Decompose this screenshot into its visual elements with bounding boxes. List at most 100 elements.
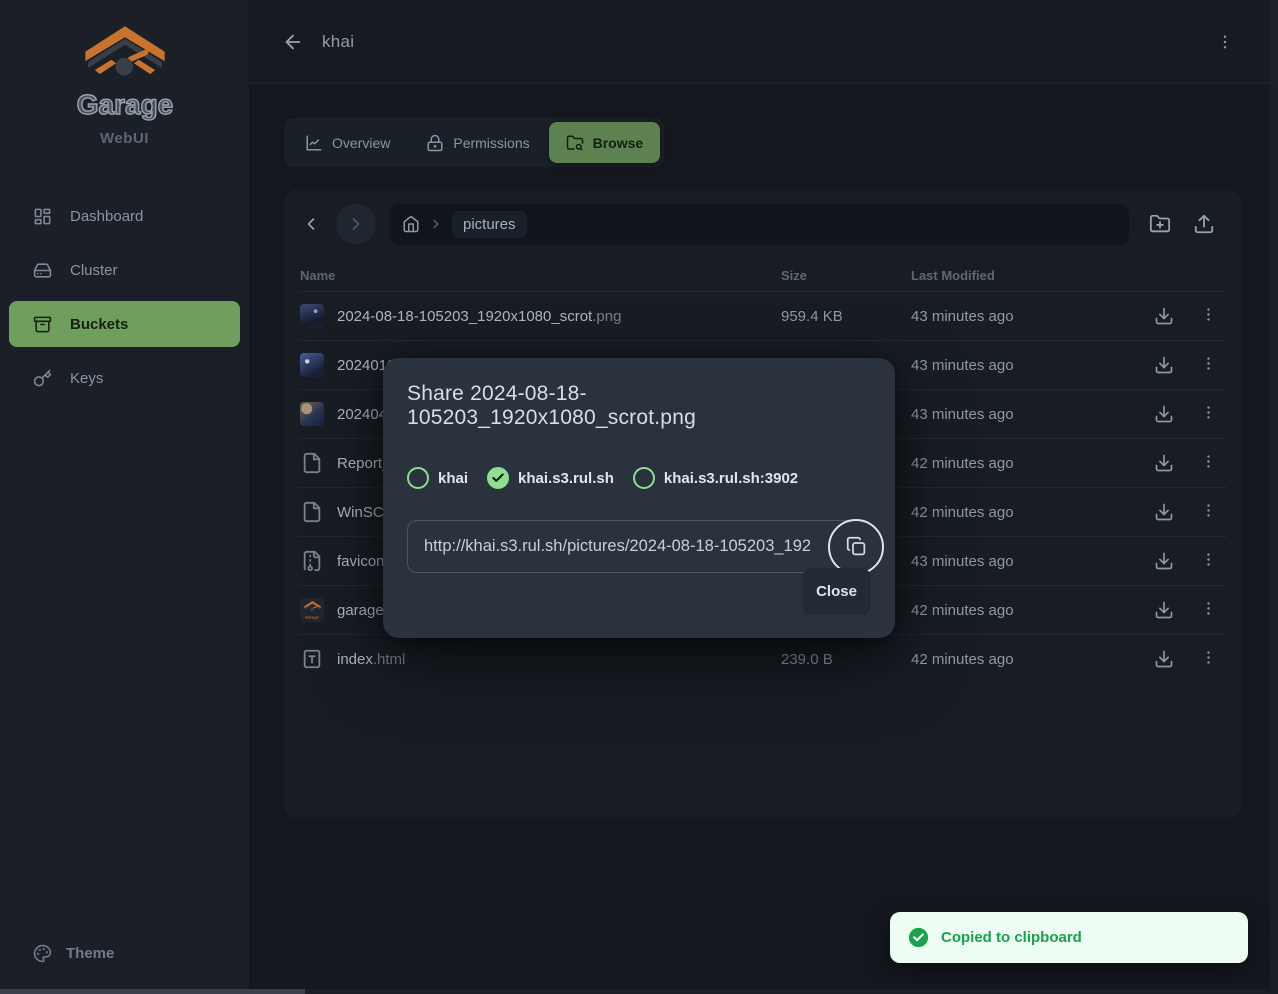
- share-host-option[interactable]: khai: [407, 467, 468, 489]
- file-size: 239.0 B: [781, 651, 911, 668]
- tab-label: Permissions: [453, 135, 529, 151]
- toast-copied: Copied to clipboard: [890, 912, 1248, 963]
- home-icon[interactable]: [402, 215, 420, 233]
- row-menu-icon[interactable]: [1200, 355, 1217, 375]
- table-row[interactable]: index.html 239.0 B 42 minutes ago: [298, 634, 1227, 683]
- download-icon[interactable]: [1154, 502, 1174, 522]
- download-icon[interactable]: [1154, 404, 1174, 424]
- tab-label: Browse: [593, 135, 644, 151]
- row-menu-icon[interactable]: [1200, 649, 1217, 669]
- download-icon[interactable]: [1154, 355, 1174, 375]
- sidebar-item-label: Cluster: [70, 262, 118, 279]
- radio-unchecked-icon[interactable]: [633, 467, 655, 489]
- file-ext: .html: [373, 651, 406, 668]
- sidebar: Garage WebUI Dashboard Cluster: [0, 0, 250, 994]
- garage-roof-icon: [84, 26, 166, 84]
- scrollbar-thumb[interactable]: [0, 989, 305, 994]
- image-thumbnail: [300, 353, 324, 377]
- radio-label: khai.s3.rul.sh:3902: [664, 470, 798, 487]
- file-modified: 43 minutes ago: [911, 308, 1131, 325]
- close-button[interactable]: Close: [802, 568, 871, 615]
- table-row[interactable]: 2024-08-18-105203_1920x1080_scrot.png 95…: [298, 291, 1227, 340]
- download-icon[interactable]: [1154, 600, 1174, 620]
- row-menu-icon[interactable]: [1200, 306, 1217, 326]
- radio-label: khai: [438, 470, 468, 487]
- share-modal: Share 2024-08-18-105203_1920x1080_scrot.…: [383, 358, 895, 638]
- cluster-icon: [33, 261, 52, 280]
- share-url-input[interactable]: [407, 520, 871, 573]
- copy-url-button[interactable]: [828, 519, 884, 575]
- sidebar-item-dashboard[interactable]: Dashboard: [9, 193, 240, 239]
- radio-unchecked-icon[interactable]: [407, 467, 429, 489]
- sidebar-item-buckets[interactable]: Buckets: [9, 301, 240, 347]
- lock-icon: [426, 134, 444, 152]
- file-modified: 43 minutes ago: [911, 553, 1131, 570]
- file-archive-icon: [300, 549, 324, 573]
- tab-browse[interactable]: Browse: [549, 122, 661, 163]
- key-icon: [33, 369, 52, 388]
- row-menu-icon[interactable]: [1200, 600, 1217, 620]
- tab-overview[interactable]: Overview: [288, 122, 407, 163]
- row-menu-icon[interactable]: [1200, 404, 1217, 424]
- palette-icon: [33, 944, 52, 963]
- chevron-right-icon: [429, 217, 443, 231]
- breadcrumb-folder[interactable]: pictures: [452, 211, 527, 238]
- file-modified: 42 minutes ago: [911, 455, 1131, 472]
- file-type-icon: [300, 647, 324, 671]
- garage-logo-thumbnail: Garage: [300, 598, 324, 622]
- breadcrumb: pictures: [390, 204, 1129, 245]
- radio-checked-icon[interactable]: [487, 467, 509, 489]
- chart-icon: [305, 134, 323, 152]
- radio-label: khai.s3.rul.sh: [518, 470, 614, 487]
- table-header: Name Size Last Modified: [298, 259, 1227, 291]
- file-icon: [300, 500, 324, 524]
- sidebar-menu: Dashboard Cluster Buckets Keys: [0, 193, 249, 401]
- download-icon[interactable]: [1154, 453, 1174, 473]
- upload-icon[interactable]: [1193, 213, 1215, 235]
- sidebar-item-label: Keys: [70, 370, 103, 387]
- logo-title: Garage: [0, 86, 249, 124]
- folder-search-icon: [566, 134, 584, 152]
- dashboard-icon: [33, 207, 52, 226]
- buckets-icon: [33, 315, 52, 334]
- row-menu-icon[interactable]: [1200, 453, 1217, 473]
- file-modified: 43 minutes ago: [911, 357, 1131, 374]
- garage-logo: Garage WebUI: [0, 0, 249, 157]
- file-name: index: [337, 651, 373, 668]
- tab-permissions[interactable]: Permissions: [409, 122, 546, 163]
- file-ext: .png: [592, 308, 621, 325]
- sidebar-item-keys[interactable]: Keys: [9, 355, 240, 401]
- image-thumbnail: [300, 304, 324, 328]
- share-host-option[interactable]: khai.s3.rul.sh:3902: [633, 467, 798, 489]
- copy-icon: [846, 536, 867, 557]
- file-name: 2024-08-18-105203_1920x1080_scrot: [337, 308, 592, 325]
- sidebar-item-cluster[interactable]: Cluster: [9, 247, 240, 293]
- file-modified: 42 minutes ago: [911, 602, 1131, 619]
- check-circle-icon: [908, 927, 929, 948]
- theme-label: Theme: [66, 945, 114, 962]
- share-host-options: khai khai.s3.rul.sh khai.s3.rul.sh:3902: [407, 467, 871, 489]
- file-size: 959.4 KB: [781, 308, 911, 325]
- nav-forward-icon[interactable]: [336, 204, 376, 244]
- sidebar-item-label: Buckets: [70, 316, 128, 333]
- horizontal-scrollbar[interactable]: [0, 989, 1278, 994]
- row-menu-icon[interactable]: [1200, 551, 1217, 571]
- theme-button[interactable]: Theme: [9, 930, 240, 976]
- download-icon[interactable]: [1154, 306, 1174, 326]
- header-menu-icon[interactable]: [1212, 29, 1238, 55]
- download-icon[interactable]: [1154, 551, 1174, 571]
- browse-toolbar: pictures: [298, 203, 1227, 245]
- download-icon[interactable]: [1154, 649, 1174, 669]
- bucket-tabs: Overview Permissions Browse: [284, 118, 664, 167]
- column-name: Name: [298, 268, 781, 283]
- share-host-option[interactable]: khai.s3.rul.sh: [487, 467, 614, 489]
- vertical-scrollbar[interactable]: [1270, 0, 1278, 994]
- logo-title-text: Garage: [76, 89, 173, 120]
- image-thumbnail: [300, 402, 324, 426]
- back-button[interactable]: [282, 31, 304, 53]
- file-icon: [300, 451, 324, 475]
- new-folder-icon[interactable]: [1149, 213, 1171, 235]
- page-title: khai: [322, 32, 354, 52]
- nav-back-icon[interactable]: [298, 214, 324, 234]
- row-menu-icon[interactable]: [1200, 502, 1217, 522]
